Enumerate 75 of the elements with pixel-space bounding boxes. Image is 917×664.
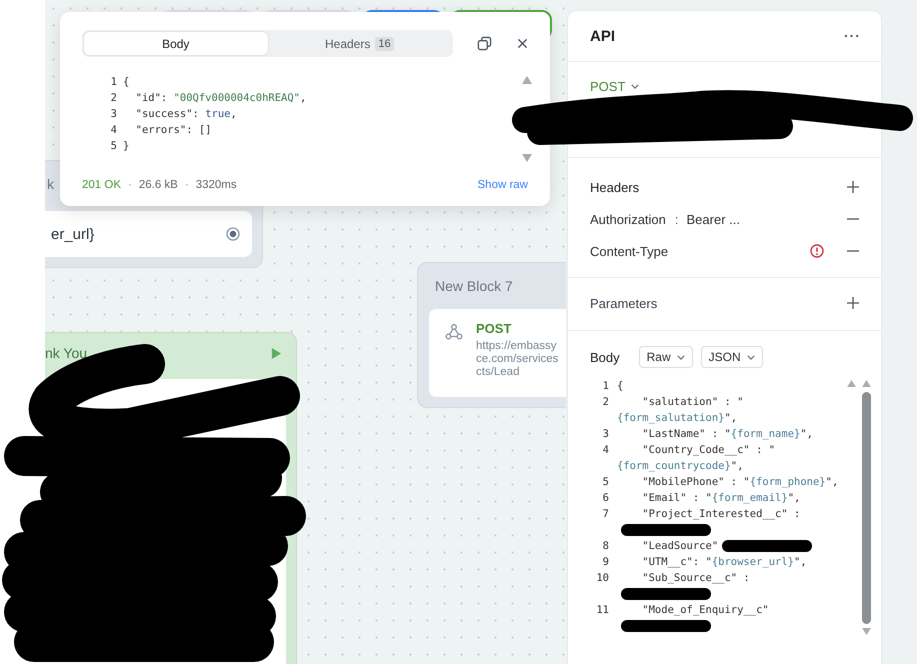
format-dropdown[interactable]: Raw: [638, 346, 693, 368]
code-line: "Sub_Source__c" :: [617, 570, 843, 602]
panel-title: API: [590, 28, 616, 44]
line-number: 5: [110, 140, 117, 152]
url-text: cts/Lead: [476, 366, 520, 379]
line-number: 2: [110, 92, 117, 104]
minus-icon[interactable]: [847, 250, 859, 252]
code-line: {: [123, 76, 130, 88]
line-number: 5: [602, 475, 609, 490]
line-number: 1: [602, 379, 609, 394]
line-number: 11: [595, 603, 609, 618]
method-label: POST: [476, 321, 512, 336]
show-raw-link[interactable]: Show raw: [478, 179, 528, 191]
code-line: "LastName" : "{form_name}",: [641, 427, 814, 442]
code-line: }: [123, 140, 130, 152]
tab[interactable]: Headers 16: [268, 32, 452, 55]
warning-icon: [810, 244, 824, 258]
count-badge: 16: [375, 36, 394, 50]
code-line: "salutation" : " {form_salutation}",: [617, 395, 744, 426]
code-line: "Project_Interested__c" :: [617, 506, 843, 538]
format-dropdown[interactable]: JSON: [700, 346, 763, 368]
caret-icon: [631, 84, 640, 89]
line-number: 10: [595, 571, 609, 586]
line-number: 7: [602, 507, 609, 522]
status-text: ·: [128, 179, 132, 191]
line-number: 4: [602, 443, 609, 458]
caret-icon: [746, 354, 755, 360]
code-line: "success": true,: [134, 108, 237, 120]
code-line: "Email" : "{form_email}",: [641, 491, 802, 506]
status-text: 26.6 kB: [138, 179, 178, 191]
caret-icon: [676, 354, 685, 360]
status-text: 201 OK: [82, 179, 121, 191]
section-title: Parameters: [590, 296, 658, 310]
code-line: "Mode_of_Enquiry__c": [617, 602, 843, 634]
header-name: Content-Type: [590, 244, 668, 258]
block-title: New Block 7: [435, 278, 513, 294]
code-line: "LeadSource": [617, 538, 843, 554]
method-dropdown[interactable]: POST: [590, 79, 640, 94]
line-number: 6: [602, 491, 609, 506]
block-title: k: [47, 176, 54, 192]
copy-icon[interactable]: [477, 36, 492, 51]
block-field[interactable]: er_url}: [45, 211, 252, 257]
line-number: 1: [110, 76, 117, 88]
plus-icon[interactable]: [847, 297, 859, 309]
block-title: nk You: [45, 345, 88, 361]
separator-text: :: [674, 212, 679, 226]
section-title: Headers: [590, 180, 640, 194]
code-line: "UTM__c": "{browser_url}",: [641, 555, 808, 570]
line-number: 2: [602, 395, 609, 410]
close-icon[interactable]: [517, 38, 528, 49]
plus-icon[interactable]: [847, 181, 859, 193]
status-text: 3320ms: [196, 179, 237, 191]
code-line: {: [617, 379, 624, 394]
more-icon[interactable]: [844, 34, 859, 38]
section-title: Body: [590, 350, 620, 364]
line-number: 8: [602, 539, 609, 554]
line-number: 3: [602, 427, 609, 442]
line-number: 9: [602, 555, 609, 570]
url-text: ce.com/services: [476, 353, 558, 366]
url-text: https://embassy: [476, 340, 558, 353]
scrollbar-thumb[interactable]: [862, 392, 871, 624]
code-line: "Country_Code__c" : " {form_countrycode}",: [617, 443, 776, 474]
radio-icon: [226, 227, 240, 241]
code-line: "MobilePhone" : "{form_phone}",: [641, 475, 840, 490]
line-number: 4: [110, 124, 117, 136]
tab[interactable]: Body: [84, 32, 268, 55]
header-name: Authorization: [590, 212, 666, 226]
status-text: ·: [184, 179, 189, 191]
header-value: Bearer ...: [686, 212, 740, 226]
code-line: "errors": []: [134, 124, 212, 136]
minus-icon[interactable]: [847, 218, 859, 220]
code-line: "id": "00Qfv000004c0hREAQ",: [134, 92, 306, 104]
line-number: 3: [110, 108, 117, 120]
block-card[interactable]: POST https://embassy ce.com/services cts/Lead: [429, 309, 566, 397]
webhook-icon: [445, 323, 463, 341]
